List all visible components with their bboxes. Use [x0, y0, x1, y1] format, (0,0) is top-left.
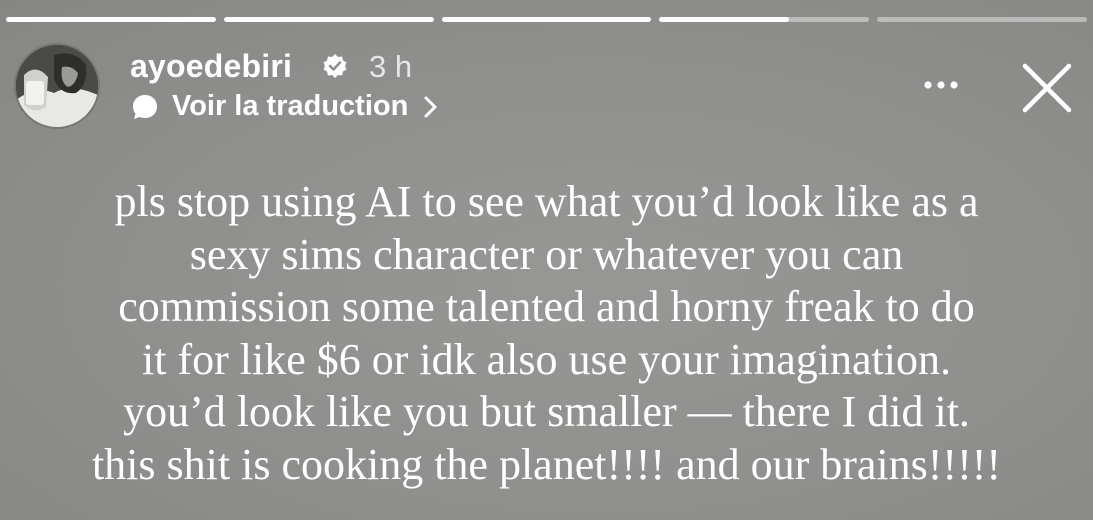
progress-segment-fill — [659, 17, 790, 22]
progress-segment — [223, 17, 434, 22]
see-translation-button[interactable]: Voir la traduction — [130, 90, 440, 123]
more-options-icon[interactable] — [921, 72, 961, 98]
progress-segment — [877, 17, 1087, 22]
story-viewer[interactable]: ayoedebiri 3 h Voir la traduction pls st… — [0, 0, 1093, 520]
close-icon[interactable] — [1017, 58, 1077, 118]
story-text-line: you’d look like you but smaller — there … — [123, 387, 970, 436]
story-text: pls stop using AI to see what you’d look… — [40, 176, 1053, 491]
post-time: 3 h — [369, 49, 413, 84]
username[interactable]: ayoedebiri — [130, 48, 292, 85]
chevron-right-icon — [424, 96, 437, 117]
story-text-line: commission some talented and horny freak… — [118, 282, 975, 331]
progress-segment — [6, 17, 216, 22]
progress-segment-fill — [6, 17, 216, 22]
progress-segment — [659, 17, 870, 22]
avatar[interactable] — [14, 43, 100, 129]
see-translation-label: Voir la traduction — [172, 90, 409, 122]
speech-bubble-icon — [133, 94, 157, 119]
story-text-line: this shit is cooking the planet!!!! and … — [91, 439, 1002, 489]
story-text-line: it for like $6 or idk also use your imag… — [142, 334, 951, 384]
progress-segment-fill — [223, 17, 434, 22]
progress-segment-fill — [441, 17, 652, 22]
story-text-line: sexy sims character or whatever you can — [189, 229, 904, 279]
story-text-line: pls stop using AI to see what you’d look… — [114, 177, 979, 226]
story-progress-bar — [6, 17, 1087, 22]
verified-badge-icon — [323, 54, 347, 78]
progress-segment — [441, 17, 652, 22]
